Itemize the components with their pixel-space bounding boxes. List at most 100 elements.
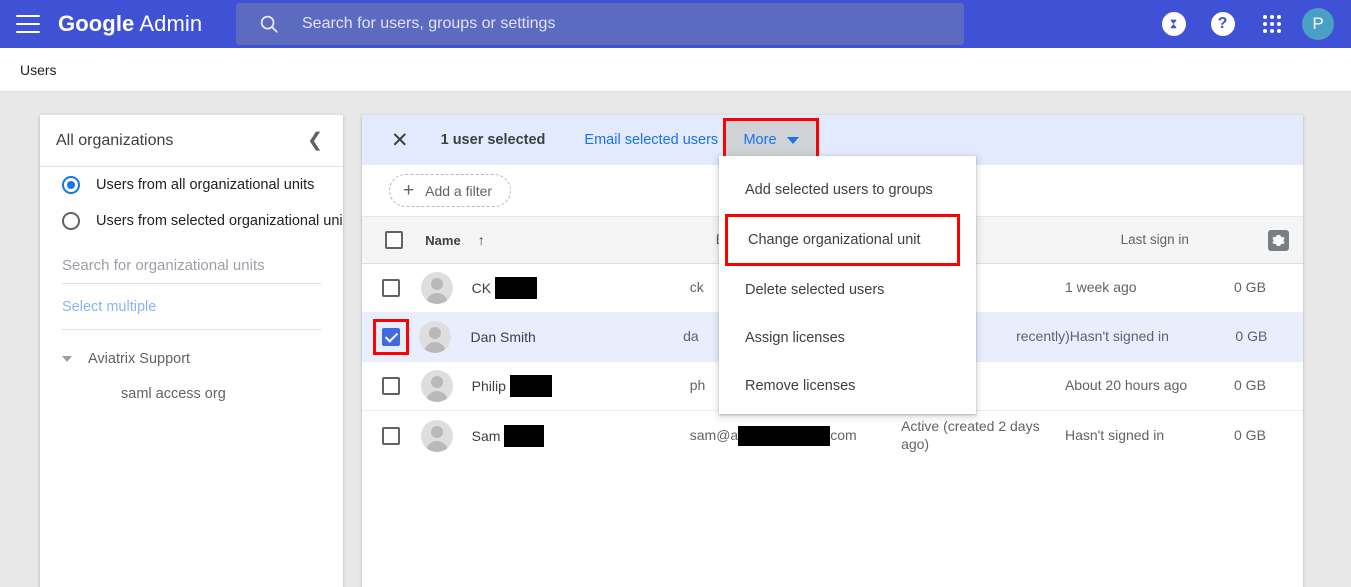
user-name: CK: [472, 280, 491, 296]
more-button-label: More: [743, 132, 776, 148]
select-all-cell: [362, 231, 425, 249]
user-last-sign-in: About 20 hours ago: [1065, 377, 1187, 393]
row-checkbox[interactable]: [382, 328, 400, 346]
search-icon: [258, 13, 280, 35]
row-checkbox[interactable]: [382, 427, 400, 445]
cell-name: Dan Smith: [419, 321, 683, 353]
gear-icon[interactable]: [1268, 230, 1289, 251]
more-dropdown-menu: Add selected users to groups Change orga…: [719, 156, 976, 414]
cell-storage: 0 GB: [1234, 377, 1303, 395]
cell-email: sam@a com: [690, 426, 901, 446]
org-tree-root[interactable]: Aviatrix Support: [40, 342, 343, 376]
org-unit-search-input[interactable]: Search for organizational units: [62, 257, 321, 284]
radio-icon-selected[interactable]: [62, 176, 80, 194]
row-checkbox-cell: [362, 319, 419, 355]
header-last-sign-in-label: Last sign in: [1121, 232, 1189, 247]
cell-name: Philip: [421, 370, 690, 402]
user-storage: 0 GB: [1234, 427, 1266, 443]
selected-count-label: 1 user selected: [441, 132, 546, 148]
user-last-sign-in: 1 week ago: [1065, 279, 1137, 295]
row-checkbox[interactable]: [382, 279, 400, 297]
header-name-label: Name: [425, 233, 460, 248]
cell-storage: 0 GB: [1234, 427, 1303, 445]
cell-last-sign-in: 1 week ago: [1065, 279, 1234, 297]
table-row[interactable]: Sam sam@a com Active (created 2 days ago)…: [362, 411, 1303, 460]
cell-last-sign-in: Hasn't signed in: [1065, 427, 1234, 445]
select-multiple-link[interactable]: Select multiple: [62, 299, 343, 315]
user-storage: 0 GB: [1234, 279, 1266, 295]
sidebar-divider: [62, 329, 321, 330]
menu-item-remove-licenses[interactable]: Remove licenses: [719, 362, 976, 410]
row-checkbox-cell: [362, 377, 421, 395]
caret-down-icon: [787, 137, 799, 144]
chevron-left-icon[interactable]: ❮: [301, 129, 329, 152]
help-button[interactable]: ?: [1198, 12, 1247, 36]
cell-status: Active (created 2 days ago): [901, 418, 1065, 454]
redaction-bar: [504, 425, 544, 447]
hourglass-button[interactable]: [1149, 12, 1198, 36]
menu-item-change-org-unit[interactable]: Change organizational unit: [725, 214, 960, 266]
user-status: Active (created 2 days ago): [901, 418, 1040, 452]
breadcrumb-users[interactable]: Users: [20, 62, 57, 78]
radio-all-org-units-label: Users from all organizational units: [96, 177, 314, 193]
user-storage: 0 GB: [1235, 328, 1267, 344]
user-email: ph: [690, 377, 706, 393]
org-tree-root-label: Aviatrix Support: [88, 351, 190, 367]
header-name[interactable]: Name ↑: [425, 232, 715, 248]
close-icon[interactable]: ✕: [391, 130, 409, 151]
cell-name: CK: [421, 272, 690, 304]
redaction-bar: [510, 375, 552, 397]
cell-last-sign-in: About 20 hours ago: [1065, 377, 1234, 395]
menu-item-add-to-groups[interactable]: Add selected users to groups: [719, 166, 976, 214]
radio-icon-unselected[interactable]: [62, 212, 80, 230]
user-last-sign-in: Hasn't signed in: [1070, 328, 1169, 344]
brand-google: Google: [58, 11, 134, 36]
user-name: Sam: [472, 428, 501, 444]
user-avatar-placeholder: [419, 321, 451, 353]
user-email: da: [683, 328, 699, 344]
organizations-panel: All organizations ❮ Users from all organ…: [40, 115, 343, 587]
row-checkbox-highlight: [373, 319, 409, 355]
cell-last-sign-in: Hasn't signed in: [1070, 328, 1236, 346]
add-filter-label: Add a filter: [425, 183, 492, 199]
avatar[interactable]: P: [1302, 8, 1334, 40]
hamburger-icon[interactable]: [16, 15, 40, 33]
help-icon[interactable]: ?: [1211, 12, 1235, 36]
breadcrumb: Users: [0, 48, 1351, 92]
user-avatar-placeholder: [421, 420, 453, 452]
page-title: All organizations: [56, 132, 173, 150]
apps-button[interactable]: [1247, 15, 1296, 33]
sort-ascending-arrow[interactable]: ↑: [478, 232, 485, 248]
radio-selected-org-units[interactable]: Users from selected organizational uni…: [40, 203, 343, 239]
user-email: ck: [690, 279, 704, 295]
apps-grid-icon[interactable]: [1263, 15, 1281, 33]
hourglass-icon[interactable]: [1162, 12, 1186, 36]
user-email-prefix: sam@a: [690, 427, 738, 443]
gear-glyph: [1272, 234, 1285, 247]
add-filter-button[interactable]: + Add a filter: [389, 174, 511, 207]
user-name: Philip: [472, 378, 506, 394]
hourglass-glyph: [1167, 18, 1180, 31]
org-tree-child-saml-access-org[interactable]: saml access org: [40, 386, 343, 402]
redaction-bar: [495, 277, 537, 299]
radio-all-org-units[interactable]: Users from all organizational units: [40, 167, 343, 203]
redaction-bar: [738, 426, 830, 446]
app-brand: Google Admin: [58, 11, 202, 37]
radio-selected-org-units-label: Users from selected organizational uni…: [96, 213, 343, 229]
global-search[interactable]: Search for users, groups or settings: [236, 3, 964, 45]
row-checkbox[interactable]: [382, 377, 400, 395]
email-selected-users-button[interactable]: Email selected users: [584, 132, 718, 148]
menu-item-assign-licenses[interactable]: Assign licenses: [719, 314, 976, 362]
organizations-panel-header: All organizations ❮: [40, 115, 343, 167]
caret-down-icon[interactable]: [62, 356, 72, 362]
brand-admin: Admin: [139, 11, 202, 36]
header-actions: ? P: [1149, 0, 1351, 48]
search-input-placeholder[interactable]: Search for users, groups or settings: [302, 15, 555, 33]
user-email-suffix: com: [830, 427, 856, 443]
user-avatar-placeholder: [421, 370, 453, 402]
user-avatar-placeholder: [421, 272, 453, 304]
menu-item-delete-users[interactable]: Delete selected users: [719, 266, 976, 314]
user-status: recently): [1016, 328, 1070, 344]
select-all-checkbox[interactable]: [385, 231, 403, 249]
user-last-sign-in: Hasn't signed in: [1065, 427, 1164, 443]
